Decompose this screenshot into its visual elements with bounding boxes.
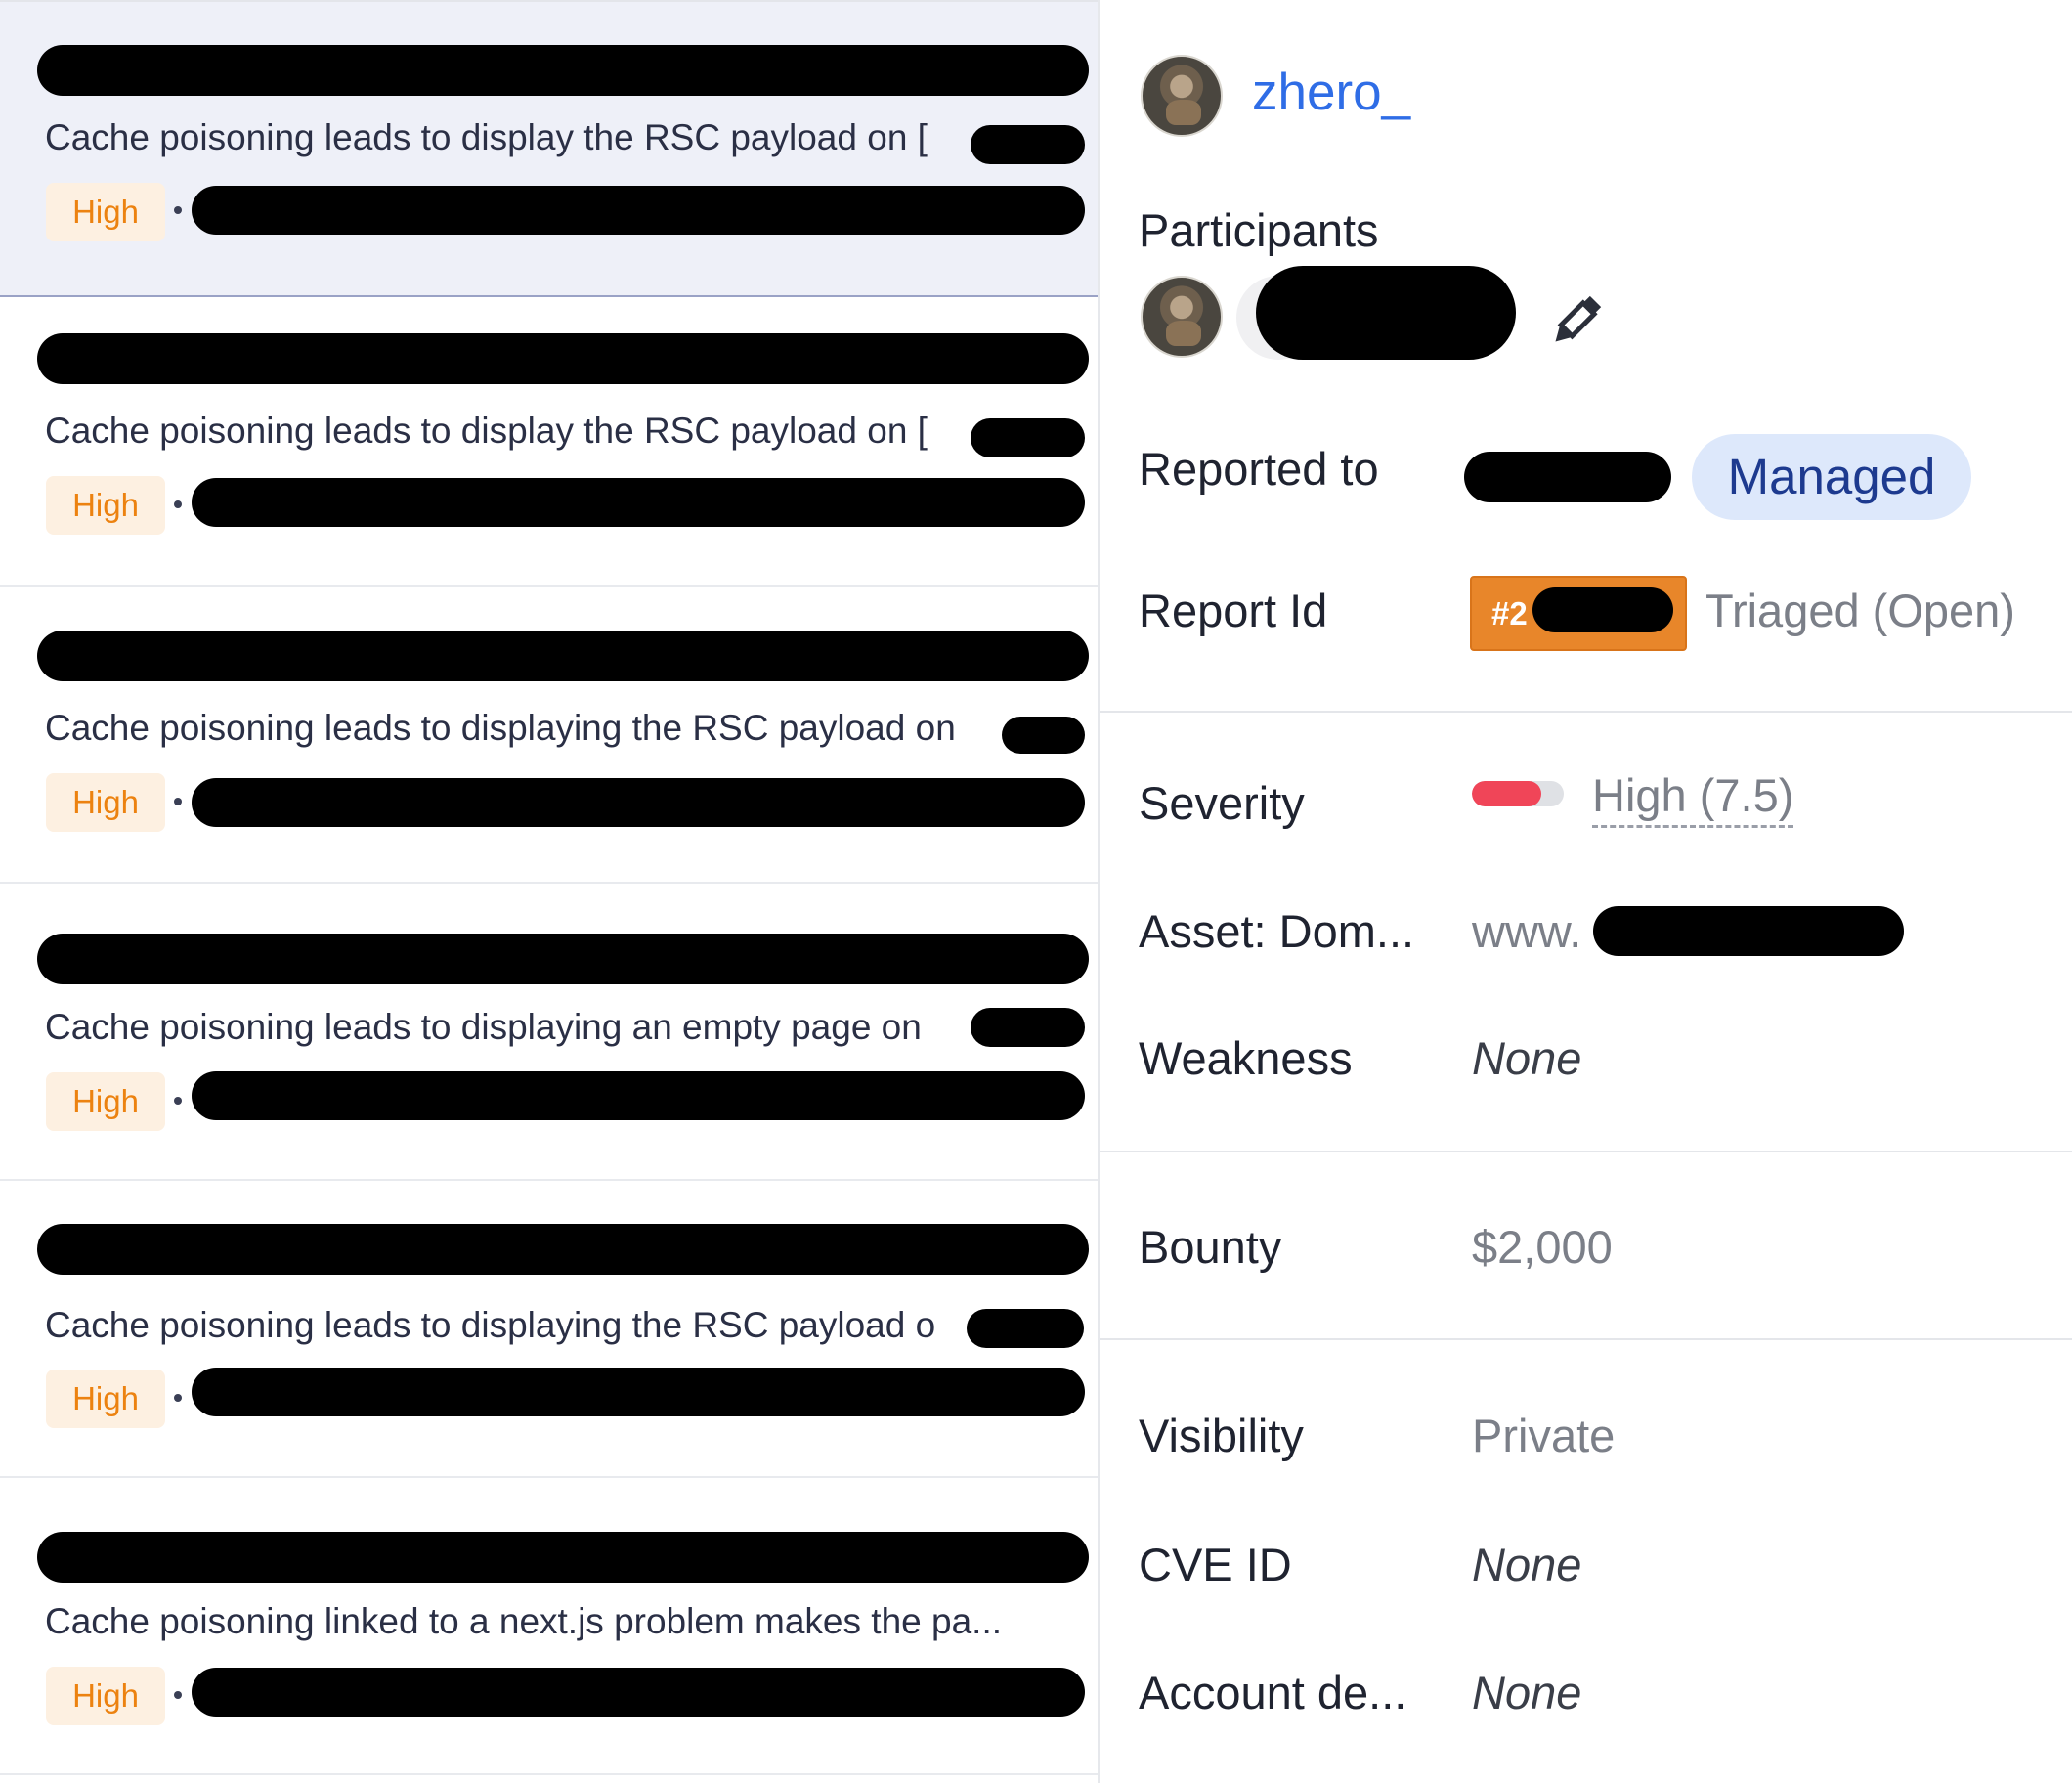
cve-id-label: CVE ID [1139, 1539, 1292, 1590]
report-id-prefix: #2 [1491, 595, 1528, 631]
redacted-block [192, 478, 1085, 527]
redacted-block [971, 418, 1085, 457]
asset-label: Asset: Dom... [1139, 905, 1415, 957]
severity-value-text: High (7.5) [1592, 769, 1794, 828]
report-list: Cache poisoning leads to display the RSC… [0, 0, 1100, 1783]
severity-badge: High [46, 773, 165, 832]
redacted-block [37, 1224, 1089, 1275]
reporter-avatar[interactable] [1141, 55, 1223, 137]
participants-label: Participants [1139, 204, 1379, 256]
redacted-block [192, 1368, 1085, 1416]
separator-dot [174, 206, 182, 214]
participants-edit-button[interactable] [1546, 291, 1605, 352]
report-title: Cache poisoning linked to a next.js prob… [45, 1601, 1003, 1641]
pencil-icon [1555, 295, 1602, 342]
redacted-block [192, 1071, 1085, 1120]
redacted-block [1256, 266, 1516, 360]
list-item[interactable]: Cache poisoning linked to a next.js prob… [0, 1478, 1098, 1775]
divider [1100, 711, 2072, 713]
separator-dot [174, 500, 182, 508]
redacted-block [37, 45, 1089, 96]
visibility-label: Visibility [1139, 1410, 1304, 1461]
bounty-label: Bounty [1139, 1221, 1282, 1273]
severity-badge: High [46, 183, 165, 241]
reported-to-label: Reported to [1139, 443, 1379, 495]
cve-id-value: None [1472, 1539, 1582, 1590]
separator-dot [174, 1691, 182, 1699]
severity-badge: High [46, 1370, 165, 1428]
redacted-block [192, 1668, 1085, 1717]
list-item[interactable]: Cache poisoning leads to displaying the … [0, 587, 1098, 884]
redacted-block [37, 631, 1089, 681]
divider [1100, 1338, 2072, 1340]
list-item[interactable]: Cache poisoning leads to displaying the … [0, 1181, 1098, 1478]
severity-value[interactable]: High (7.5) [1592, 768, 1794, 828]
account-details-value: None [1472, 1667, 1582, 1718]
redacted-block [967, 1309, 1084, 1348]
separator-dot [174, 798, 182, 805]
weakness-value: None [1472, 1032, 1582, 1084]
severity-bar [1472, 781, 1564, 806]
participant-avatar[interactable] [1141, 276, 1223, 358]
redacted-block [1593, 906, 1904, 956]
redacted-block [971, 1008, 1085, 1047]
severity-badge: High [46, 476, 165, 535]
bounty-value: $2,000 [1472, 1221, 1613, 1273]
report-id-label: Report Id [1139, 585, 1328, 636]
redacted-block [192, 186, 1085, 235]
separator-dot [174, 1097, 182, 1105]
redacted-block [1532, 587, 1673, 632]
report-title: Cache poisoning leads to displaying an e… [45, 1007, 922, 1047]
visibility-value: Private [1472, 1410, 1616, 1461]
weakness-label: Weakness [1139, 1032, 1353, 1084]
redacted-block [37, 1532, 1089, 1583]
reporter-name-link[interactable]: zhero_ [1252, 63, 1410, 122]
severity-bar-fill [1472, 781, 1541, 806]
report-title: Cache poisoning leads to display the RSC… [45, 411, 928, 451]
redacted-block [37, 333, 1089, 384]
managed-badge: Managed [1692, 434, 1971, 520]
redacted-block [1464, 452, 1671, 502]
redacted-block [192, 778, 1085, 827]
list-item[interactable]: Cache poisoning leads to displaying an e… [0, 884, 1098, 1181]
severity-label: Severity [1139, 777, 1305, 829]
list-item[interactable]: Cache poisoning leads to display the RSC… [0, 0, 1098, 297]
divider [1100, 1151, 2072, 1152]
report-title: Cache poisoning leads to displaying the … [45, 708, 956, 748]
redacted-block [1002, 717, 1085, 754]
report-title: Cache poisoning leads to display the RSC… [45, 117, 928, 157]
asset-value[interactable]: www. [1472, 904, 1581, 958]
details-panel [1100, 0, 2072, 1783]
report-status: Triaged (Open) [1705, 585, 2015, 636]
severity-badge: High [46, 1667, 165, 1725]
redacted-block [971, 125, 1085, 164]
list-item[interactable]: Cache poisoning leads to display the RSC… [0, 289, 1098, 587]
severity-badge: High [46, 1072, 165, 1131]
redacted-block [37, 934, 1089, 984]
account-details-label: Account de... [1139, 1667, 1407, 1718]
separator-dot [174, 1394, 182, 1402]
report-title: Cache poisoning leads to displaying the … [45, 1305, 936, 1345]
